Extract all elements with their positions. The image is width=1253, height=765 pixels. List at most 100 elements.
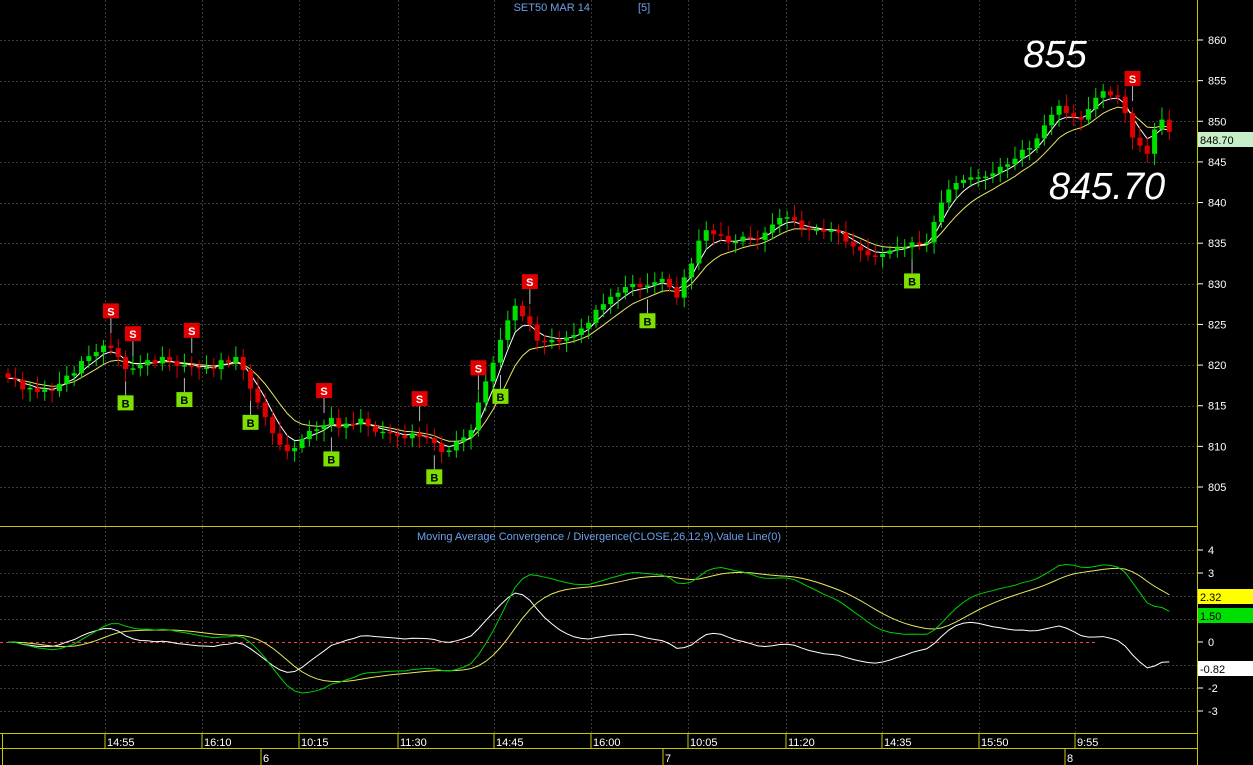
candle-body (167, 356, 173, 362)
candle-body (997, 166, 1003, 174)
candle-body (924, 242, 930, 244)
candle-body (1108, 91, 1113, 96)
macd-title: Moving Average Convergence / Divergence(… (417, 531, 781, 543)
price-tick-label: 860 (1208, 35, 1226, 47)
candle-body (799, 220, 805, 229)
price-tick-label: 820 (1208, 360, 1226, 372)
candle-body (439, 443, 445, 453)
candle-body (1056, 105, 1062, 115)
candle-body (938, 202, 944, 223)
candle-body (395, 433, 401, 436)
candle-body (218, 360, 224, 370)
candle-body (586, 322, 592, 329)
buy-signal-letter: B (496, 392, 504, 404)
day-tick-label: 7 (665, 753, 671, 765)
candle-body (718, 234, 724, 236)
chart-background (0, 0, 1253, 765)
sell-signal-letter: S (416, 394, 423, 406)
chart-title: SET50 MAR 14 (514, 2, 590, 14)
macd-tick-label: 3 (1208, 568, 1214, 580)
price-tick-label: 815 (1208, 401, 1226, 413)
candle-body (262, 402, 268, 418)
candle-body (1122, 96, 1128, 114)
candle-body (328, 417, 334, 426)
candle-body (417, 433, 423, 437)
candle-body (461, 437, 467, 442)
macd-tick-label: 4 (1208, 545, 1214, 557)
price-tick-label: 855 (1208, 76, 1226, 88)
candle-body (1049, 114, 1055, 126)
time-tick-label: 14:45 (496, 737, 524, 749)
candle-body (652, 282, 658, 286)
candle-body (240, 356, 246, 370)
candle-body (299, 439, 305, 448)
candle-body (468, 430, 474, 438)
candle-body (674, 287, 680, 298)
candle-body (343, 423, 349, 428)
candle-body (608, 296, 614, 305)
candle-body (115, 348, 121, 357)
buy-signal-letter: B (247, 418, 255, 430)
candle-body (733, 241, 739, 244)
candle-body (86, 356, 92, 362)
candle-body (644, 285, 650, 288)
time-tick-label: 11:20 (788, 737, 815, 749)
buy-signal-letter: B (908, 276, 916, 288)
candle-body (968, 177, 974, 180)
price-tick-label: 835 (1208, 238, 1226, 250)
candle-body (1130, 113, 1136, 138)
candle-body (108, 345, 114, 349)
candle-body (1012, 158, 1018, 165)
candle-body (137, 365, 143, 369)
candle-body (784, 217, 790, 219)
candle-body (791, 217, 797, 221)
time-tick-label: 10:05 (690, 737, 718, 749)
candle-body (174, 361, 180, 366)
candle-body (777, 217, 783, 225)
sell-signal-letter: S (1129, 74, 1136, 86)
buy-signal-letter: B (643, 316, 651, 328)
day-tick-label: 8 (1067, 753, 1073, 765)
candle-body (637, 283, 643, 288)
candle-body (571, 335, 577, 338)
high-annotation: 855 (1023, 34, 1087, 76)
candle-body (1100, 91, 1106, 98)
chart-interval: [5] (638, 2, 650, 14)
candle-body (1093, 97, 1099, 110)
candle-body (667, 278, 672, 288)
candle-body (975, 177, 981, 179)
macd-tick-label: -3 (1208, 706, 1218, 718)
candle-body (475, 402, 481, 431)
macd-value-label: 1.50 (1200, 611, 1221, 623)
candle-body (277, 433, 283, 445)
candle-body (659, 278, 665, 283)
candle-body (894, 247, 900, 251)
candle-body (145, 360, 151, 366)
candle-body (1027, 148, 1033, 150)
candle-body (542, 340, 548, 343)
price-tick-label: 850 (1208, 116, 1226, 128)
candle-body (284, 444, 290, 452)
candle-body (953, 183, 959, 190)
candle-body (181, 365, 187, 367)
candle-body (931, 222, 937, 243)
candle-body (711, 230, 717, 235)
time-tick-label: 14:35 (884, 737, 912, 749)
candle-body (497, 339, 503, 363)
candle-body (762, 232, 768, 240)
candle-body (836, 230, 842, 233)
sell-signal-letter: S (526, 277, 533, 289)
candle-body (431, 438, 437, 444)
candle-body (64, 375, 70, 384)
candle-body (630, 283, 636, 288)
time-tick-label: 16:00 (593, 737, 621, 749)
price-tick-label: 840 (1208, 198, 1226, 210)
buy-signal-letter: B (180, 395, 188, 407)
price-tick-label: 805 (1208, 482, 1226, 494)
candle-body (696, 240, 702, 264)
candle-body (101, 345, 107, 353)
candle-body (961, 179, 966, 184)
candle-body (203, 367, 209, 370)
candle-body (887, 250, 893, 254)
candle-body (615, 292, 621, 297)
